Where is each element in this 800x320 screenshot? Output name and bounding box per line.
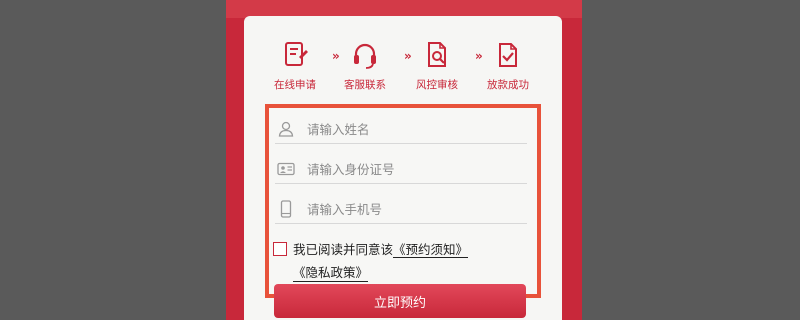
id-field-row (275, 154, 527, 184)
step-label: 风控审核 (416, 79, 458, 91)
agreement-text: 我已阅读并同意该《预约须知》 (293, 239, 469, 258)
application-card: 在线申请 » 客服联系 » 风控审核 » 放款成功 请输入姓名 请输入身份证号 … (244, 16, 562, 320)
phone-screen: 在线申请 » 客服联系 » 风控审核 » 放款成功 请输入姓名 请输入身份证号 … (226, 0, 582, 320)
step-label: 客服联系 (344, 79, 386, 91)
process-steps: 在线申请 » 客服联系 » 风控审核 » 放款成功 (244, 40, 562, 110)
privacy-policy-link[interactable]: 《隐私政策》 (293, 262, 369, 282)
document-check-icon (499, 43, 517, 67)
step-label: 放款成功 (487, 79, 529, 91)
document-search-icon (428, 42, 446, 67)
agreement-prefix: 我已阅读并同意该 (293, 242, 394, 257)
notice-link[interactable]: 《预约须知》 (393, 242, 469, 258)
agree-checkbox[interactable] (273, 242, 287, 256)
user-icon (278, 121, 294, 137)
headset-icon (354, 43, 376, 69)
id-card-icon (277, 162, 295, 176)
step-risk-review: 风控审核 (401, 40, 473, 92)
name-field-row (275, 114, 527, 144)
step-loan-success: 放款成功 (472, 40, 544, 92)
submit-appointment-button[interactable]: 立即预约 (274, 284, 526, 318)
mobile-phone-icon (280, 200, 292, 218)
phone-field-row (275, 194, 527, 224)
step-label: 在线申请 (274, 79, 316, 91)
step-customer-service: 客服联系 (329, 40, 401, 92)
online-application-icon (285, 42, 308, 66)
id-number-input[interactable] (307, 158, 517, 180)
name-input[interactable] (307, 118, 517, 140)
phone-input[interactable] (307, 198, 517, 220)
highlighted-form-box: 我已阅读并同意该《预约须知》 《隐私政策》 (265, 104, 541, 298)
step-online-application: 在线申请 (259, 40, 331, 92)
